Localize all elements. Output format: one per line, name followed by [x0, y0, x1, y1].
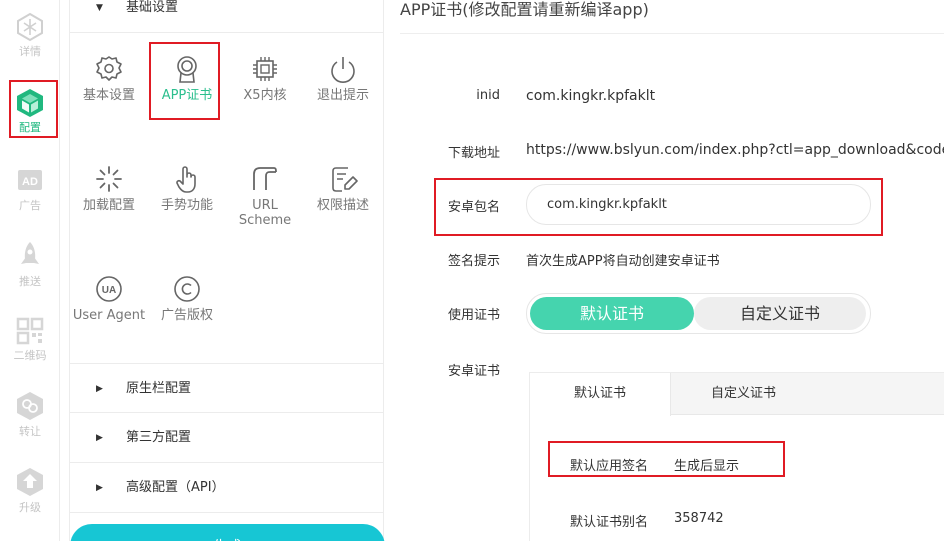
tool-label-permission-desc: 权限描述 [316, 198, 369, 213]
rail-item-push[interactable]: 推送 [0, 240, 60, 310]
section-basic-settings[interactable]: ▼ 基础设置 [70, 0, 384, 33]
rail-label-upgrade: 升级 [19, 501, 41, 514]
rail-label-transfer: 转让 [19, 425, 41, 438]
tool-ad-copyright[interactable]: 广告版权 [148, 274, 226, 323]
caret-right-icon: ▶ [96, 483, 103, 493]
tab-bar: 默认证书 自定义证书 [530, 373, 944, 416]
tool-url-scheme[interactable]: URL Scheme [226, 164, 304, 228]
upgrade-arrow-icon [17, 468, 43, 496]
rail-label-details: 详情 [19, 45, 41, 58]
tool-label-x5-kernel: X5内核 [243, 88, 287, 103]
section-title-basic: 基础设置 [126, 0, 179, 15]
inid-value: com.kingkr.kpfaklt [526, 88, 656, 104]
caret-right-icon: ▶ [96, 433, 103, 443]
sign-hint-label: 签名提示 [447, 254, 500, 269]
tool-label-gesture: 手势功能 [160, 198, 213, 213]
tab-custom-cert[interactable]: 自定义证书 [671, 373, 816, 415]
section-title-third-party: 第三方配置 [126, 430, 192, 445]
section-third-party[interactable]: ▶ 第三方配置 [70, 413, 384, 463]
power-icon [331, 57, 355, 83]
tool-gesture[interactable]: 手势功能 [148, 164, 226, 213]
highlight-box-app-certificate [149, 42, 220, 120]
qr-code-icon [16, 317, 44, 345]
cert-toggle: 默认证书 自定义证书 [526, 293, 871, 334]
download-url-label: 下载地址 [447, 146, 500, 161]
divider [400, 33, 944, 34]
rail-item-ads[interactable]: AD 广告 [0, 166, 60, 236]
rail-item-qrcode[interactable]: 二维码 [0, 316, 60, 386]
tool-label-url-scheme: URL Scheme [238, 198, 292, 228]
tool-user-agent[interactable]: UA User Agent [70, 274, 148, 323]
inid-label: inid [476, 88, 500, 103]
section-title-native-bar: 原生栏配置 [126, 381, 192, 396]
section-native-bar[interactable]: ▶ 原生栏配置 [70, 363, 384, 413]
loading-spinner-icon [96, 166, 122, 192]
copyright-icon [174, 276, 200, 302]
hexagon-details-icon [17, 12, 43, 42]
highlight-box-package-name [434, 178, 883, 236]
tool-basic-settings[interactable]: 基本设置 [70, 54, 148, 103]
section-advanced[interactable]: ▶ 高级配置（API） [70, 463, 384, 513]
tool-label-loading-config: 加载配置 [82, 198, 135, 213]
tool-loading-config[interactable]: 加载配置 [70, 164, 148, 213]
rail-label-push: 推送 [19, 275, 41, 288]
certificate-form: APP证书(修改配置请重新编译app) inid com.kingkr.kpfa… [385, 0, 944, 541]
transfer-icon [17, 392, 43, 420]
download-url-value[interactable]: https://www.bslyun.com/index.php?ctl=app… [526, 142, 944, 158]
caret-right-icon: ▶ [96, 384, 103, 394]
tool-x5-kernel[interactable]: X5内核 [226, 54, 304, 103]
rail-label-ads: 广告 [19, 199, 41, 212]
tool-label-ad-copyright: 广告版权 [160, 308, 213, 323]
alias-label: 默认证书别名 [570, 515, 649, 530]
use-cert-label: 使用证书 [447, 308, 500, 323]
caret-down-icon: ▼ [96, 3, 103, 13]
svg-text:UA: UA [102, 285, 116, 296]
tool-permission-desc[interactable]: 权限描述 [304, 164, 382, 213]
hand-pointer-icon [176, 166, 196, 193]
ua-icon: UA [96, 276, 122, 302]
chip-icon [253, 57, 277, 81]
edit-note-icon [332, 167, 358, 192]
highlight-box-config [9, 80, 58, 138]
toggle-custom-cert[interactable]: 自定义证书 [694, 297, 866, 330]
gear-icon [96, 56, 122, 81]
side-rail: 详情 配置 AD 广告 推送 二维码 转让 升级 [0, 0, 60, 541]
tool-label-basic-settings: 基本设置 [82, 88, 135, 103]
rail-label-qrcode: 二维码 [13, 349, 47, 362]
alias-value: 358742 [674, 511, 724, 526]
rail-item-upgrade[interactable]: 升级 [0, 466, 60, 536]
toggle-default-cert[interactable]: 默认证书 [530, 297, 694, 330]
tool-exit-prompt[interactable]: 退出提示 [304, 54, 382, 103]
rocket-icon [21, 242, 39, 264]
tool-label-user-agent: User Agent [72, 308, 146, 323]
rail-item-details[interactable]: 详情 [0, 12, 60, 82]
svg-text:AD: AD [22, 176, 38, 188]
highlight-box-default-sign [548, 441, 785, 477]
generate-button[interactable]: 生成 [70, 524, 385, 541]
ad-icon: AD [18, 170, 42, 190]
rail-item-transfer[interactable]: 转让 [0, 390, 60, 460]
section-title-advanced: 高级配置（API） [126, 480, 225, 495]
url-scheme-icon [253, 167, 277, 190]
tool-label-exit-prompt: 退出提示 [316, 88, 369, 103]
tab-default-cert[interactable]: 默认证书 [530, 373, 671, 416]
page-title: APP证书(修改配置请重新编译app) [400, 0, 649, 19]
settings-panel: ▼ 基础设置 基本设置 APP证书 X5内核 退出提示 加载配置 手势功能 UR… [69, 0, 385, 541]
android-cert-label: 安卓证书 [447, 364, 500, 379]
sign-hint-value: 首次生成APP将自动创建安卓证书 [526, 254, 720, 269]
